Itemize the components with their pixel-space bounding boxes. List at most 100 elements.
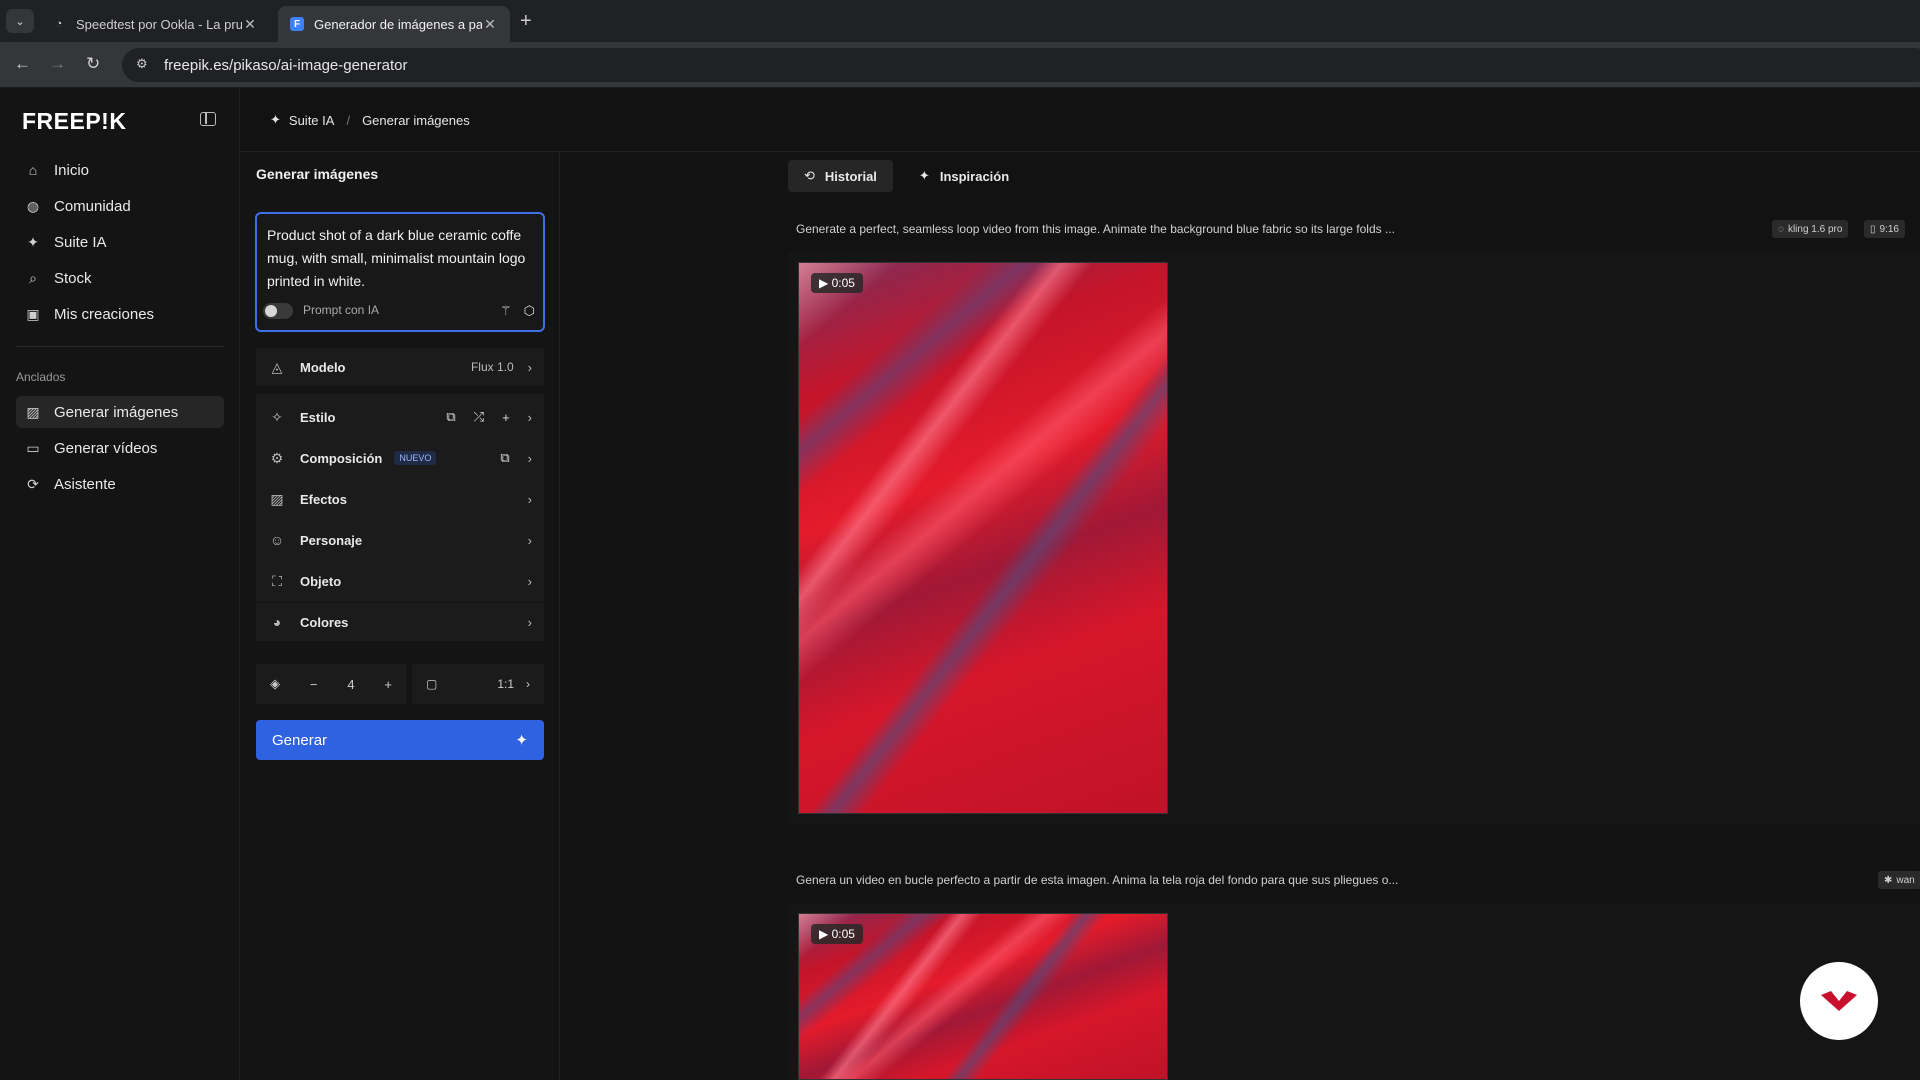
effects-icon: ▨: [270, 490, 284, 507]
option-label: Estilo: [300, 409, 336, 425]
model-chip-label: wan: [1896, 874, 1915, 886]
tab-inspiracion[interactable]: ✦ Inspiración: [903, 160, 1025, 192]
video-thumbnail[interactable]: ▶ 0:05: [798, 913, 1168, 1080]
object-icon: ⛶: [272, 572, 282, 589]
url-text: freepik.es/pikaso/ai-image-generator: [164, 56, 408, 74]
tab-title: Speedtest por Ookla - La prueb: [76, 16, 242, 32]
sidebar-item-label: Mis creaciones: [54, 305, 155, 323]
tab-label: Inspiración: [939, 168, 1010, 184]
duration-label: 0:05: [831, 927, 855, 941]
sidebar-item-mis-creaciones[interactable]: ▣ Mis creaciones: [16, 298, 224, 330]
tab-search-button[interactable]: ⌄: [6, 9, 34, 33]
sidebar-item-suite-ia[interactable]: ✦ Suite IA: [16, 226, 224, 258]
generate-label: Generar: [272, 731, 328, 749]
freepik-app: FREEP!K ⌂ Inicio ◍ Comunidad ✦ Suite IA …: [0, 88, 1920, 1080]
freepik-icon: F: [290, 17, 304, 31]
person-icon: ☺: [269, 532, 285, 548]
tab-historial[interactable]: ⟲ Historial: [788, 160, 893, 192]
aspect-ratio-selector[interactable]: ▢ 1:1 ›: [412, 664, 544, 704]
chevron-right-icon: ›: [527, 409, 532, 425]
sidebar-item-label: Inicio: [54, 161, 90, 179]
play-icon: ▶: [819, 927, 829, 941]
composition-gallery-icon[interactable]: ⧉: [500, 450, 509, 466]
magic-wand-icon[interactable]: ⚚: [500, 299, 512, 322]
sidebar-item-inicio[interactable]: ⌂ Inicio: [16, 154, 224, 186]
model-icon: ✱: [1884, 874, 1893, 886]
browser-tab-speedtest[interactable]: ◔ Speedtest por Ookla - La prueb ✕: [40, 6, 270, 42]
model-icon: ◌: [1778, 223, 1784, 235]
reload-icon[interactable]: ↻: [86, 54, 100, 74]
chevron-right-icon: ›: [527, 450, 532, 466]
palette-icon: ◕: [272, 614, 282, 630]
generation-panel: Generar imágenes Product shot of a dark …: [240, 152, 560, 1080]
option-colores[interactable]: ◕ Colores ›: [256, 603, 544, 641]
browser-tab-freepik[interactable]: F Generador de imágenes a partir ✕: [278, 6, 510, 42]
increment-button[interactable]: +: [384, 677, 392, 692]
tab-title: Generador de imágenes a partir: [314, 16, 482, 32]
pinned-section-label: Anclados: [16, 370, 66, 384]
prompt-text[interactable]: Product shot of a dark blue ceramic coff…: [267, 224, 533, 293]
freepik-logo[interactable]: FREEP!K: [22, 108, 126, 135]
sidebar-item-label: Comunidad: [54, 197, 131, 215]
new-tab-button[interactable]: +: [520, 10, 532, 33]
model-chip: ◌ kling 1.6 pro: [1772, 220, 1849, 238]
model-chip: ✱ wan: [1878, 871, 1920, 889]
option-personaje[interactable]: ☺ Personaje ›: [256, 521, 544, 559]
option-modelo[interactable]: ◬ Modelo Flux 1.0 ›: [256, 348, 544, 386]
chevron-right-icon: ›: [527, 359, 532, 375]
forward-icon[interactable]: →: [49, 54, 66, 74]
breadcrumb-current: Generar imágenes: [362, 112, 470, 128]
generation-prompt[interactable]: Genera un video en bucle perfecto a part…: [796, 873, 1398, 887]
shuffle-icon[interactable]: ⤮: [474, 409, 484, 425]
sidebar-item-comunidad[interactable]: ◍ Comunidad: [16, 190, 224, 222]
close-icon[interactable]: ✕: [242, 16, 258, 33]
address-bar[interactable]: ⚙ freepik.es/pikaso/ai-image-generator: [122, 48, 1920, 82]
prompt-textarea[interactable]: Product shot of a dark blue ceramic coff…: [255, 212, 545, 332]
prompt-tools: ⚚ ⬡: [500, 299, 535, 322]
sidebar-item-label: Stock: [54, 269, 92, 287]
option-efectos[interactable]: ▨ Efectos ›: [256, 480, 544, 518]
back-icon[interactable]: ←: [14, 54, 31, 74]
site-info-icon[interactable]: ⚙: [136, 56, 154, 74]
speedtest-icon: ◔: [55, 18, 63, 30]
option-estilo[interactable]: ✧ Estilo ⧉ ⤮ + ›: [256, 398, 544, 436]
chevron-right-icon: ›: [527, 614, 532, 630]
sidebar-toggle-icon[interactable]: [200, 112, 216, 126]
sparkle-icon: ✦: [918, 168, 930, 183]
prompt-ai-toggle[interactable]: [263, 302, 293, 319]
sparkle-icon: ✦: [515, 732, 528, 749]
home-icon: ⌂: [28, 162, 38, 178]
tab-label: Historial: [824, 168, 877, 184]
option-label: Objeto: [300, 573, 342, 589]
sidebar-item-generar-imagenes[interactable]: ▨ Generar imágenes: [16, 396, 224, 428]
prompt-ai-toggle-row: Prompt con IA: [263, 299, 379, 322]
model-icon: ◬: [271, 358, 283, 375]
browser-toolbar: ← → ↻ ⚙ freepik.es/pikaso/ai-image-gener…: [0, 42, 1920, 88]
option-objeto[interactable]: ⛶ Objeto ›: [256, 562, 544, 600]
quantity-value: 4: [347, 676, 355, 692]
duration-label: 0:05: [831, 276, 855, 290]
main-tabs: ⟲ Historial ✦ Inspiración: [788, 160, 1025, 192]
chevron-right-icon: ›: [526, 677, 530, 691]
sidebar-item-generar-videos[interactable]: ▭ Generar vídeos: [16, 432, 224, 464]
cube-icon[interactable]: ⬡: [524, 299, 535, 322]
sidebar-item-asistente[interactable]: ⟳ Asistente: [16, 468, 224, 500]
composition-icon: ⚙: [270, 449, 284, 466]
model-chip-label: kling 1.6 pro: [1787, 223, 1843, 235]
browser-tabbar: ⌄ ◔ Speedtest por Ookla - La prueb ✕ F G…: [0, 0, 1920, 42]
generation-prompt[interactable]: Generate a perfect, seamless loop video …: [796, 222, 1395, 236]
style-icon: ✧: [271, 408, 283, 425]
sidebar-item-stock[interactable]: ⌕ Stock: [16, 262, 224, 294]
option-composicion[interactable]: ⚙ Composición NUEVO ⧉ ›: [256, 439, 544, 477]
close-icon[interactable]: ✕: [482, 16, 498, 33]
style-gallery-icon[interactable]: ⧉: [446, 409, 455, 425]
floating-assistant-button[interactable]: [1800, 962, 1878, 1040]
breadcrumb-root[interactable]: Suite IA: [289, 113, 335, 128]
plus-icon[interactable]: +: [502, 410, 510, 425]
generate-button[interactable]: Generar ✦: [256, 720, 544, 760]
decrement-button[interactable]: −: [310, 677, 318, 692]
chevron-right-icon: ›: [527, 573, 532, 589]
sidebar-item-label: Suite IA: [54, 233, 107, 251]
assistant-icon: ⟳: [27, 475, 39, 492]
video-thumbnail[interactable]: ▶ 0:05: [798, 262, 1168, 814]
